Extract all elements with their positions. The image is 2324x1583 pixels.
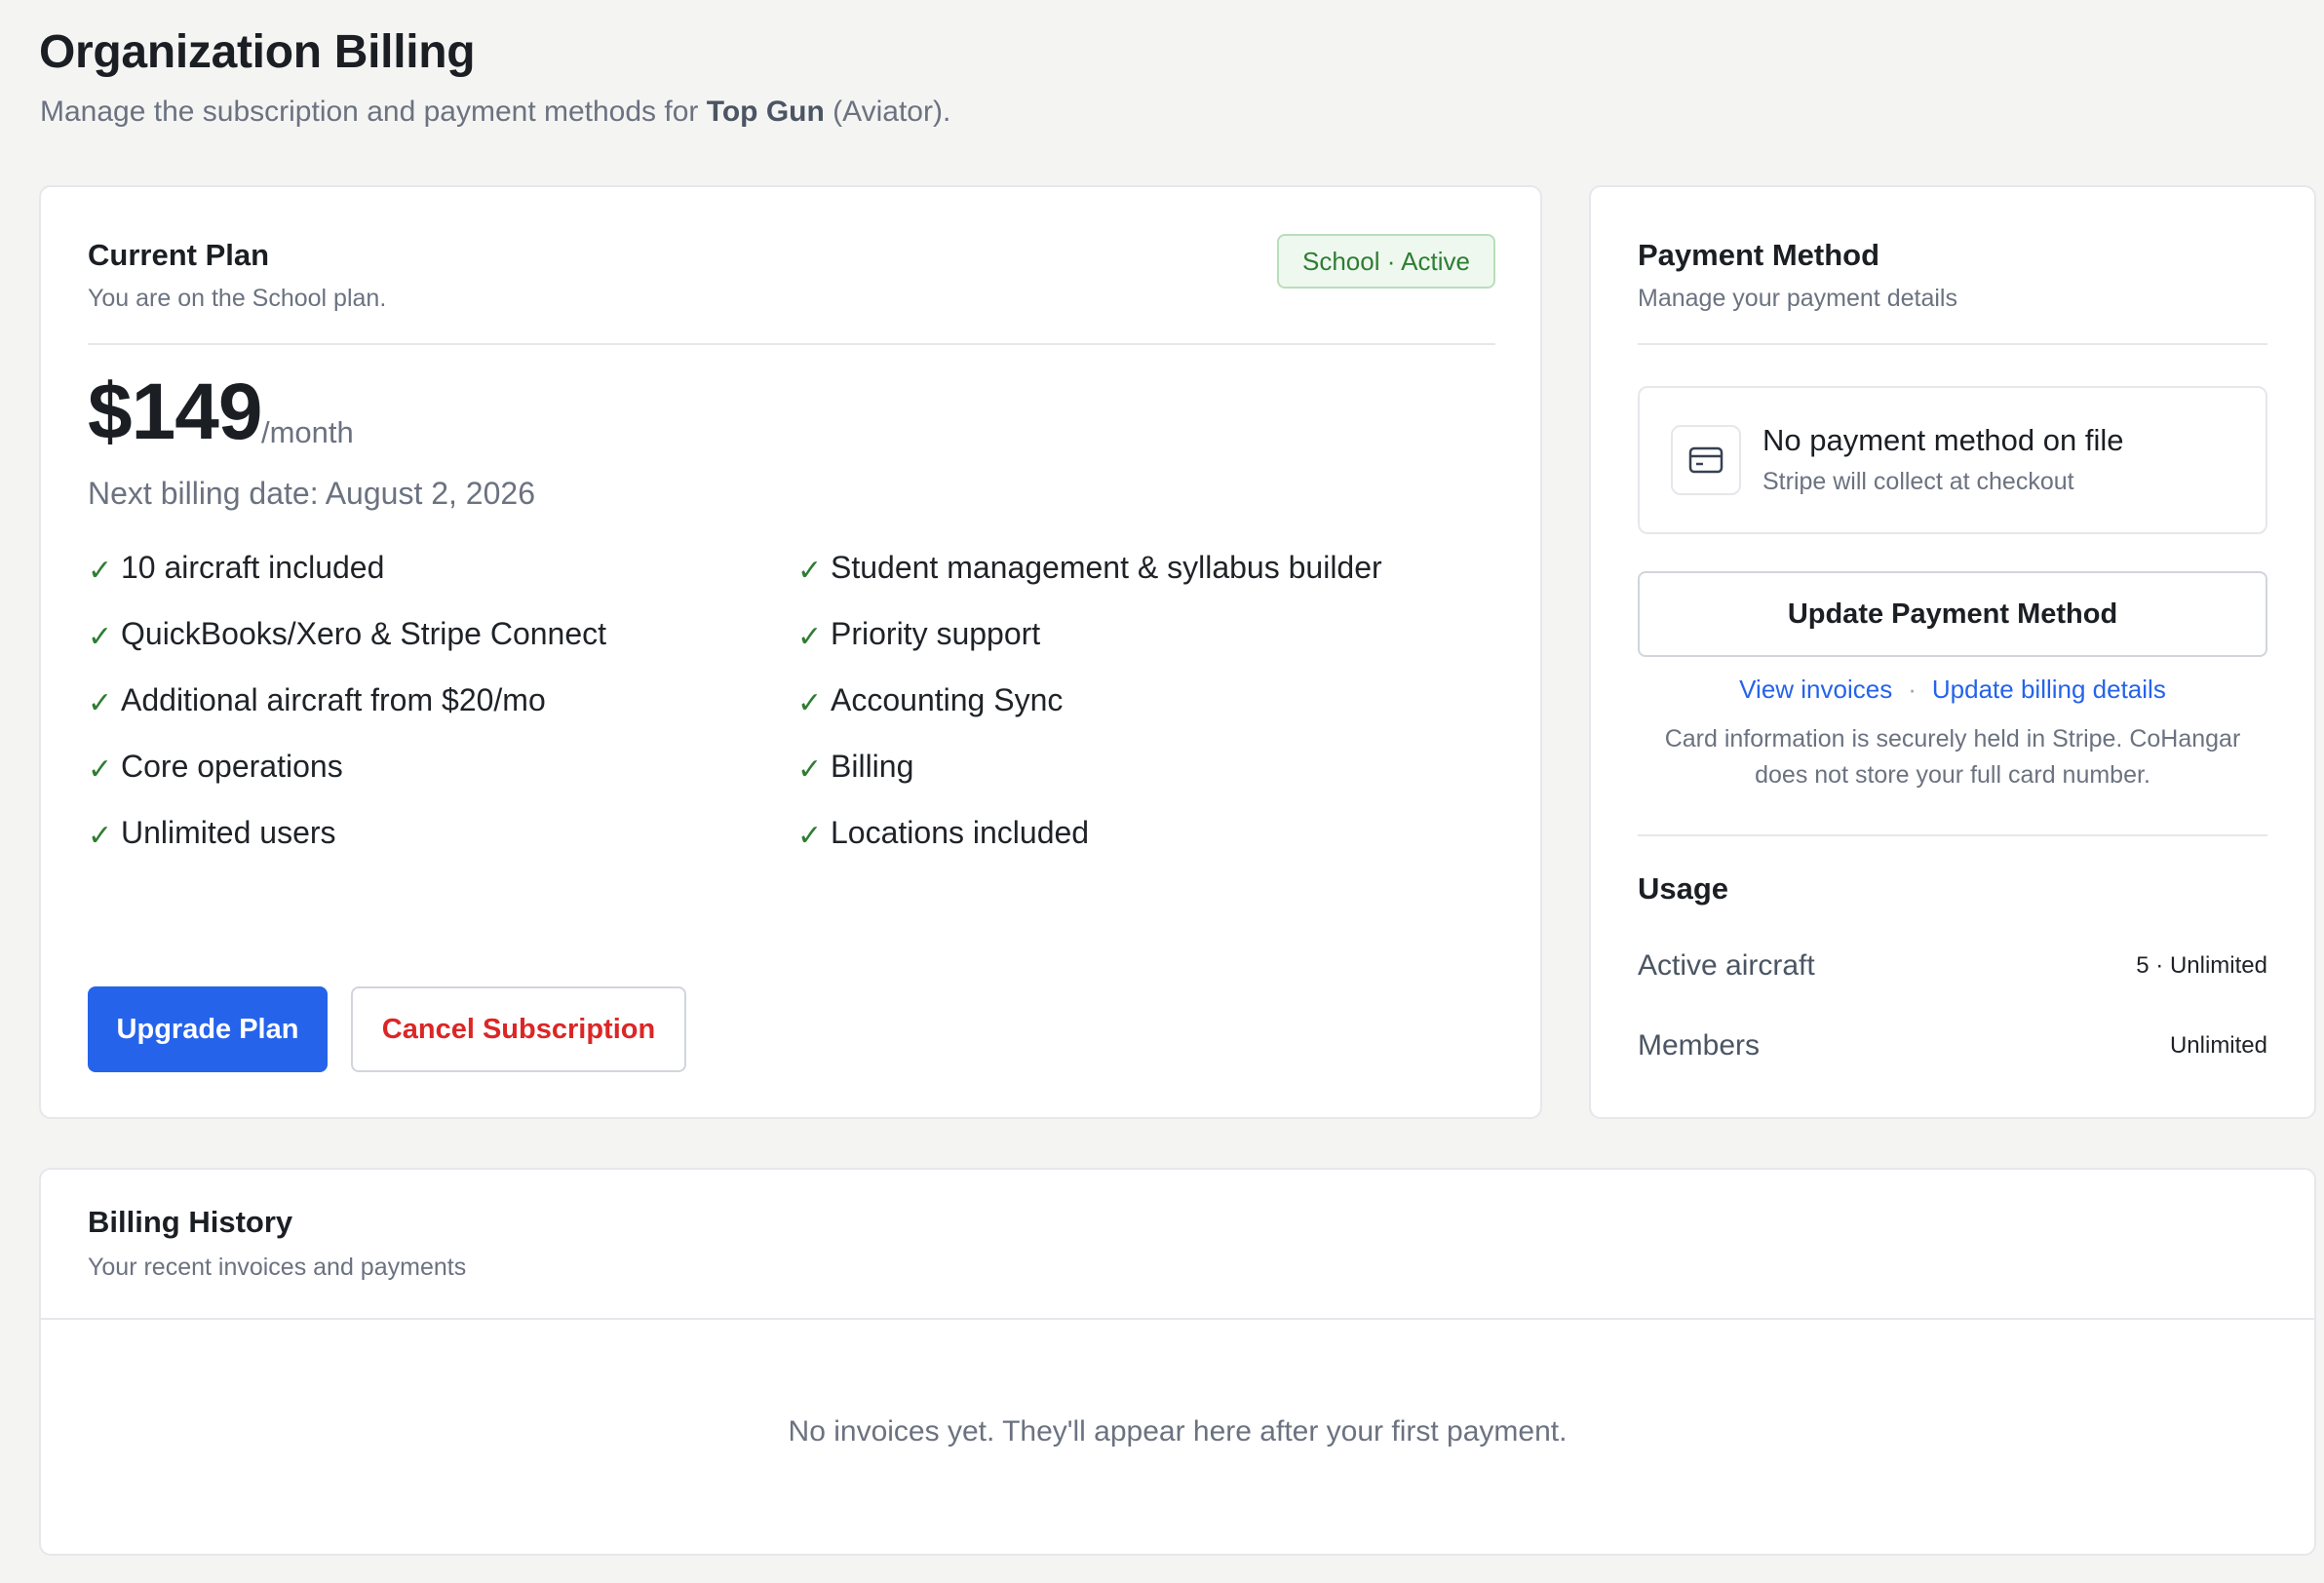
- check-icon: ✓: [797, 753, 823, 786]
- empty-invoices-message: No invoices yet. They'll appear here aft…: [788, 1415, 1568, 1448]
- features-right: ✓ Student management & syllabus builder ✓ P…: [797, 550, 1382, 881]
- check-icon: ✓: [88, 820, 113, 852]
- history-divider: [41, 1318, 2314, 1320]
- feature-item: ✓ Accounting Sync: [797, 682, 1382, 749]
- no-payment-method-box: No payment method on file Stripe will co…: [1638, 386, 2267, 534]
- usage-label: Members: [1638, 1029, 1761, 1062]
- view-invoices-link[interactable]: View invoices: [1739, 675, 1892, 704]
- usage-label: Active aircraft: [1638, 949, 1815, 982]
- check-icon: ✓: [88, 753, 113, 786]
- usage-title: Usage: [1638, 871, 1729, 906]
- plan-status-badge: School · Active: [1277, 234, 1495, 289]
- next-billing-date: Next billing date: August 2, 2026: [88, 476, 535, 511]
- feature-item: ✓ Locations included: [797, 815, 1382, 881]
- secure-card-note: Card information is securely held in Str…: [1664, 725, 2241, 789]
- billing-page: Organization Billing Manage the subscrip…: [0, 0, 2324, 1583]
- upgrade-plan-button[interactable]: Upgrade Plan: [88, 986, 328, 1072]
- billing-history-card: Billing History Your recent invoices and…: [39, 1168, 2316, 1556]
- feature-item: ✓ Student management & syllabus builder: [797, 550, 1382, 616]
- usage-value: Unlimited: [2169, 1032, 2267, 1059]
- credit-card-icon: [1671, 425, 1741, 495]
- payment-method-card: Payment Method Manage your payment detai…: [1589, 185, 2316, 1119]
- org-name: Top Gun: [706, 96, 825, 128]
- feature-label: Billing: [831, 749, 914, 784]
- check-icon: ✓: [88, 555, 113, 587]
- usage-row-aircraft: Active aircraft 5 · Unlimited: [1638, 949, 2267, 983]
- update-billing-details-link[interactable]: Update billing details: [1932, 675, 2166, 704]
- payment-method-subtitle: Manage your payment details: [1638, 285, 1957, 312]
- check-icon: ✓: [797, 555, 823, 587]
- page-subtitle: Manage the subscription and payment meth…: [40, 96, 950, 129]
- feature-label: Locations included: [831, 815, 1090, 850]
- billing-links: View invoices · Update billing details: [1638, 675, 2267, 705]
- subtitle-prefix: Manage the subscription and payment meth…: [40, 96, 707, 128]
- feature-label: Unlimited users: [121, 815, 336, 850]
- features-left: ✓ 10 aircraft included ✓ QuickBooks/Xero & …: [88, 550, 606, 881]
- payment-method-title: Payment Method: [1638, 238, 1880, 272]
- plan-divider: [88, 343, 1495, 345]
- check-icon: ✓: [797, 820, 823, 852]
- feature-item: ✓ Unlimited users: [88, 815, 606, 881]
- usage-row-members: Members Unlimited: [1638, 1029, 2267, 1062]
- feature-item: ✓ Core operations: [88, 749, 606, 815]
- check-icon: ✓: [797, 687, 823, 719]
- current-plan-title: Current Plan: [88, 238, 270, 272]
- update-payment-method-button[interactable]: Update Payment Method: [1638, 571, 2267, 657]
- current-plan-subtitle: You are on the School plan.: [88, 285, 387, 312]
- feature-item: ✓ 10 aircraft included: [88, 550, 606, 616]
- feature-label: 10 aircraft included: [121, 550, 385, 585]
- subtitle-suffix: (Aviator).: [824, 96, 951, 128]
- usage-value: 5 · Unlimited: [2136, 952, 2267, 979]
- check-icon: ✓: [88, 621, 113, 653]
- feature-item: ✓ Priority support: [797, 616, 1382, 682]
- feature-item: ✓ Additional aircraft from $20/mo: [88, 682, 606, 749]
- current-plan-card: Current Plan You are on the School plan.…: [39, 185, 1542, 1119]
- check-icon: ✓: [88, 687, 113, 719]
- payment-divider: [1638, 343, 2267, 345]
- feature-label: Student management & syllabus builder: [831, 550, 1382, 585]
- price-amount: $149: [88, 367, 262, 456]
- no-method-title: No payment method on file: [1762, 423, 2124, 457]
- no-method-subtitle: Stripe will collect at checkout: [1762, 468, 2074, 495]
- check-icon: ✓: [797, 621, 823, 653]
- feature-item: ✓ QuickBooks/Xero & Stripe Connect: [88, 616, 606, 682]
- billing-history-subtitle: Your recent invoices and payments: [88, 1254, 467, 1281]
- feature-label: Priority support: [831, 616, 1041, 651]
- feature-item: ✓ Billing: [797, 749, 1382, 815]
- billing-history-title: Billing History: [88, 1205, 293, 1239]
- page-title: Organization Billing: [39, 26, 476, 78]
- price-period: /month: [261, 415, 354, 449]
- feature-label: Additional aircraft from $20/mo: [121, 682, 546, 717]
- feature-label: Accounting Sync: [831, 682, 1064, 717]
- cancel-subscription-button[interactable]: Cancel Subscription: [351, 986, 686, 1072]
- feature-label: QuickBooks/Xero & Stripe Connect: [121, 616, 607, 651]
- link-separator: ·: [1908, 675, 1917, 704]
- usage-divider: [1638, 834, 2267, 836]
- feature-label: Core operations: [121, 749, 343, 784]
- credit-card-icon-svg: [1688, 446, 1724, 474]
